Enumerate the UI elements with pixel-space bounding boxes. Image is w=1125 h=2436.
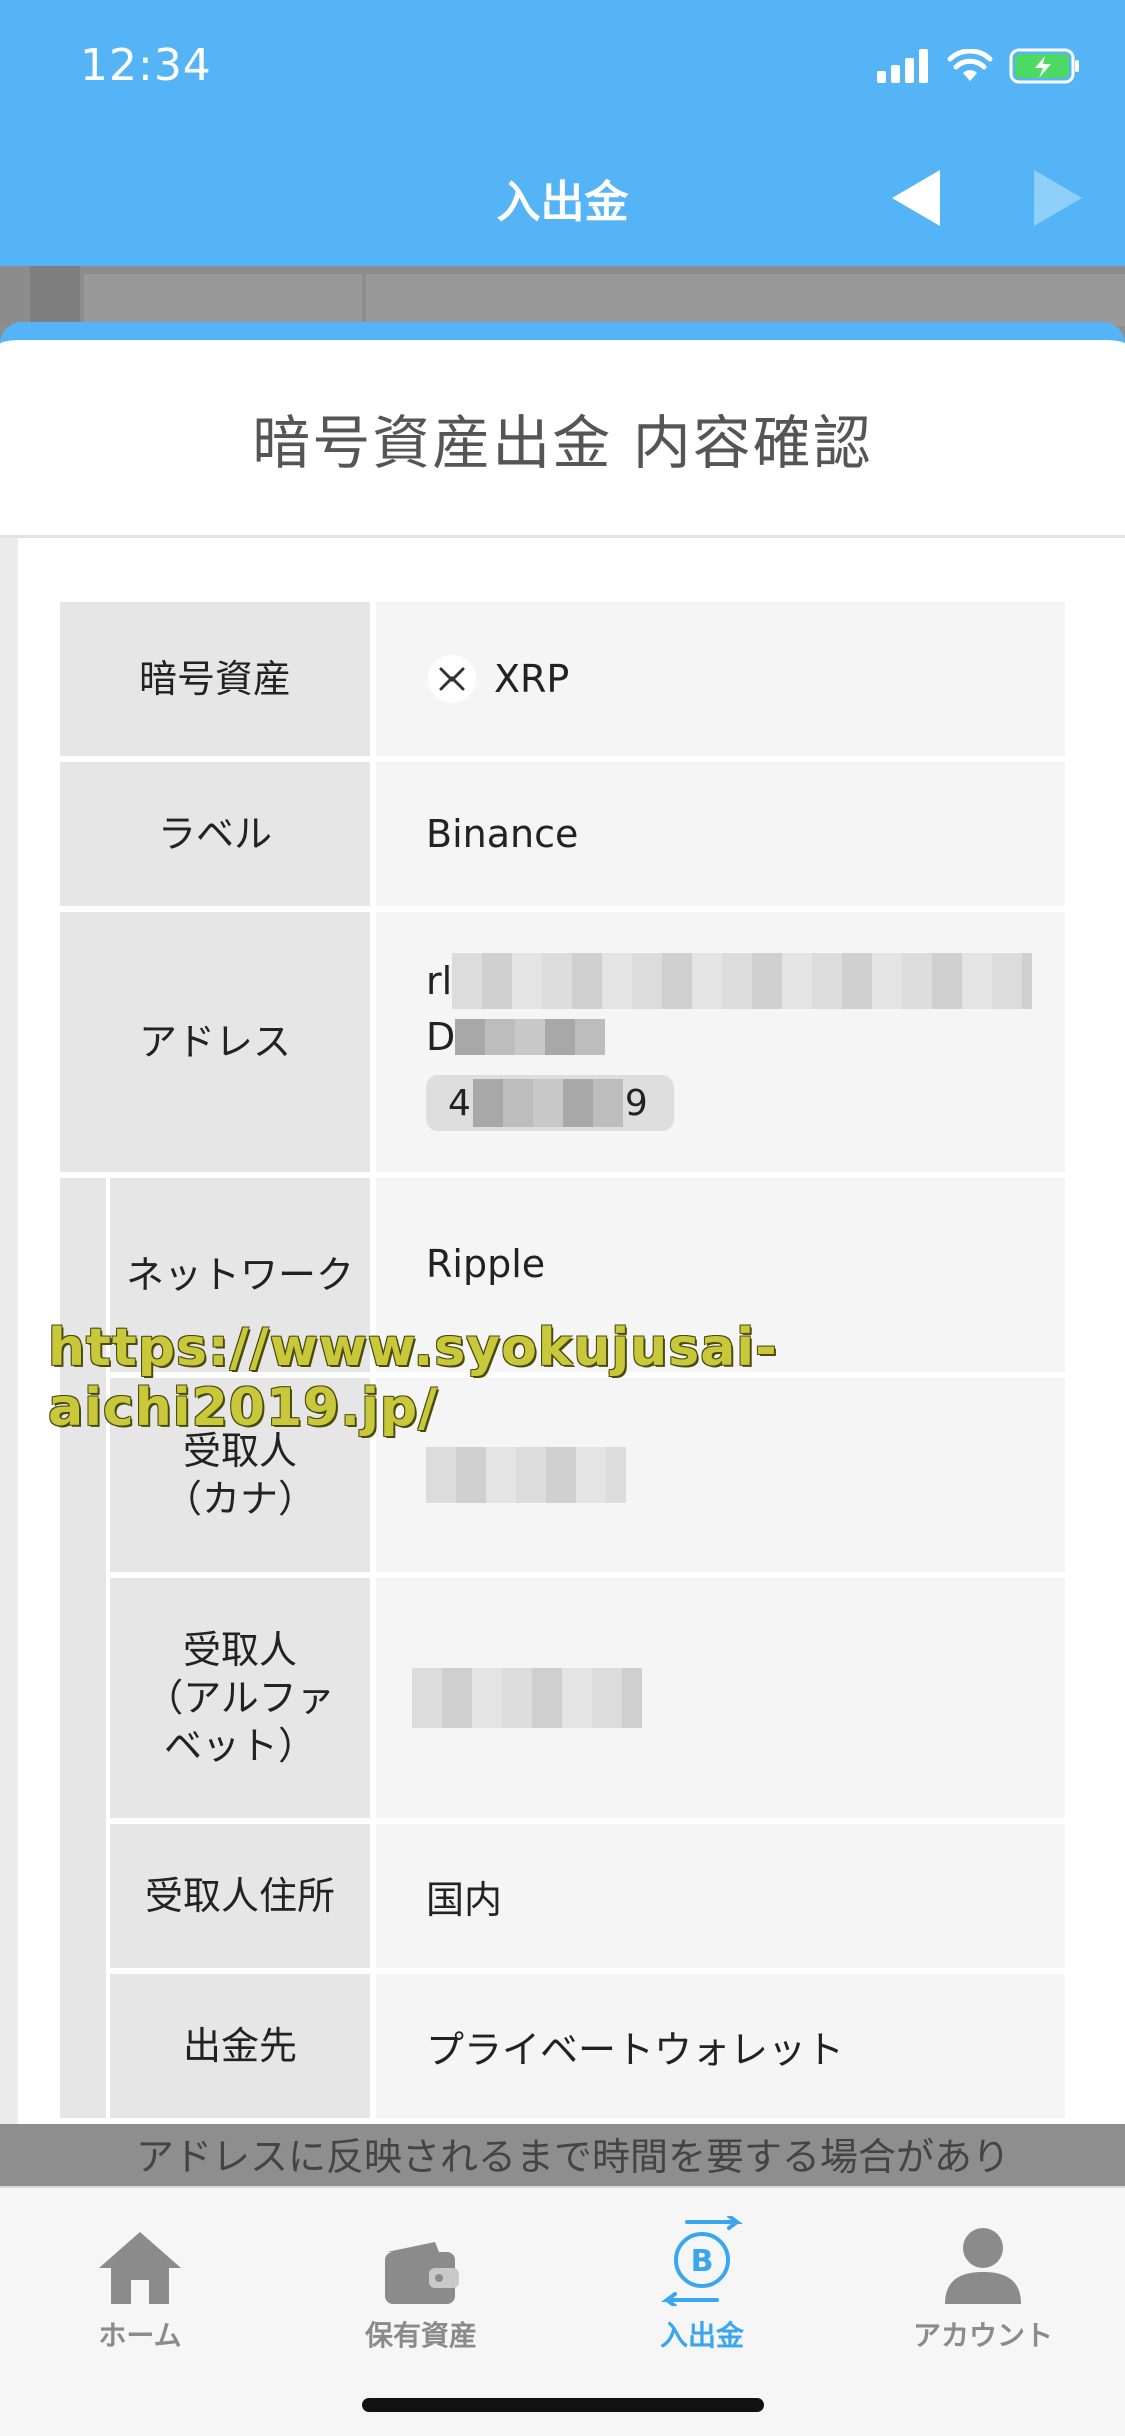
home-icon	[99, 2232, 181, 2304]
signal-icon	[877, 49, 928, 83]
recipient-alpha-label: 受取人 （アルファ ベット）	[110, 1578, 370, 1818]
tab-label: 入出金	[659, 2319, 744, 2352]
svg-text:B: B	[691, 2244, 714, 2279]
redacted-address	[455, 1019, 606, 1055]
destination-tag: 4 9	[426, 1075, 674, 1131]
row-address: アドレス rl D 4 9	[60, 912, 1065, 1172]
xrp-icon	[428, 655, 476, 703]
tab-holdings[interactable]: 保有資産	[301, 2210, 541, 2354]
tab-label: アカウント	[912, 2319, 1053, 2352]
tab-account[interactable]: アカウント	[863, 2210, 1103, 2354]
address-label: アドレス	[60, 912, 370, 1172]
recipient-address-label: 受取人住所	[110, 1824, 370, 1968]
background-notice: アドレスに反映されるまで時間を要する場合があり	[136, 2135, 1011, 2179]
wallet-icon	[385, 2242, 459, 2304]
row-asset: 暗号資産 XRP	[60, 602, 1065, 756]
row-recipient-alpha: 受取人 （アルファ ベット）	[60, 1578, 1065, 1818]
recipient-address-value: 国内	[376, 1824, 1065, 1968]
bitcoin-transfer-icon: B	[661, 2216, 743, 2306]
person-icon	[945, 2228, 1021, 2304]
tab-home[interactable]: ホーム	[20, 2210, 260, 2354]
battery-icon	[1009, 48, 1079, 84]
label-label: ラベル	[60, 762, 370, 906]
status-icons	[877, 46, 1081, 86]
modal-title: 暗号資産出金 内容確認	[0, 340, 1125, 538]
label-value: Binance	[376, 762, 1065, 906]
back-arrow-icon[interactable]	[888, 168, 946, 228]
tab-deposit-withdraw[interactable]: B 入出金	[582, 2210, 822, 2354]
watermark-text: https://www.syokujusai-aichi2019.jp/	[48, 1318, 778, 1438]
page-title: 入出金	[496, 177, 629, 228]
redacted-recipient-kana	[426, 1447, 626, 1503]
background-content	[0, 266, 1125, 326]
forward-arrow-icon[interactable]	[1028, 168, 1086, 228]
wifi-icon	[947, 49, 993, 81]
confirm-modal: 暗号資産出金 内容確認 暗号資産 XRP ラベル Binance アドレス rl…	[0, 322, 1125, 2124]
asset-label: 暗号資産	[60, 602, 370, 756]
redacted-address	[452, 953, 1033, 1009]
asset-value: XRP	[494, 657, 570, 701]
row-label: ラベル Binance	[60, 762, 1065, 906]
row-recipient-address: 受取人住所 国内	[60, 1824, 1065, 1968]
home-indicator[interactable]	[362, 2398, 764, 2412]
tab-label: ホーム	[98, 2319, 182, 2352]
address-value: rl D 4 9	[376, 912, 1065, 1172]
tab-label: 保有資産	[364, 2319, 477, 2352]
redacted-tag	[472, 1079, 623, 1127]
destination-value: プライベートウォレット	[376, 1974, 1065, 2118]
row-destination: 出金先 プライベートウォレット	[60, 1974, 1065, 2118]
destination-label: 出金先	[110, 1974, 370, 2118]
status-time: 12:34	[80, 40, 212, 91]
redacted-recipient-alpha	[412, 1668, 642, 1728]
top-bar: 12:34 入出金	[0, 0, 1125, 266]
